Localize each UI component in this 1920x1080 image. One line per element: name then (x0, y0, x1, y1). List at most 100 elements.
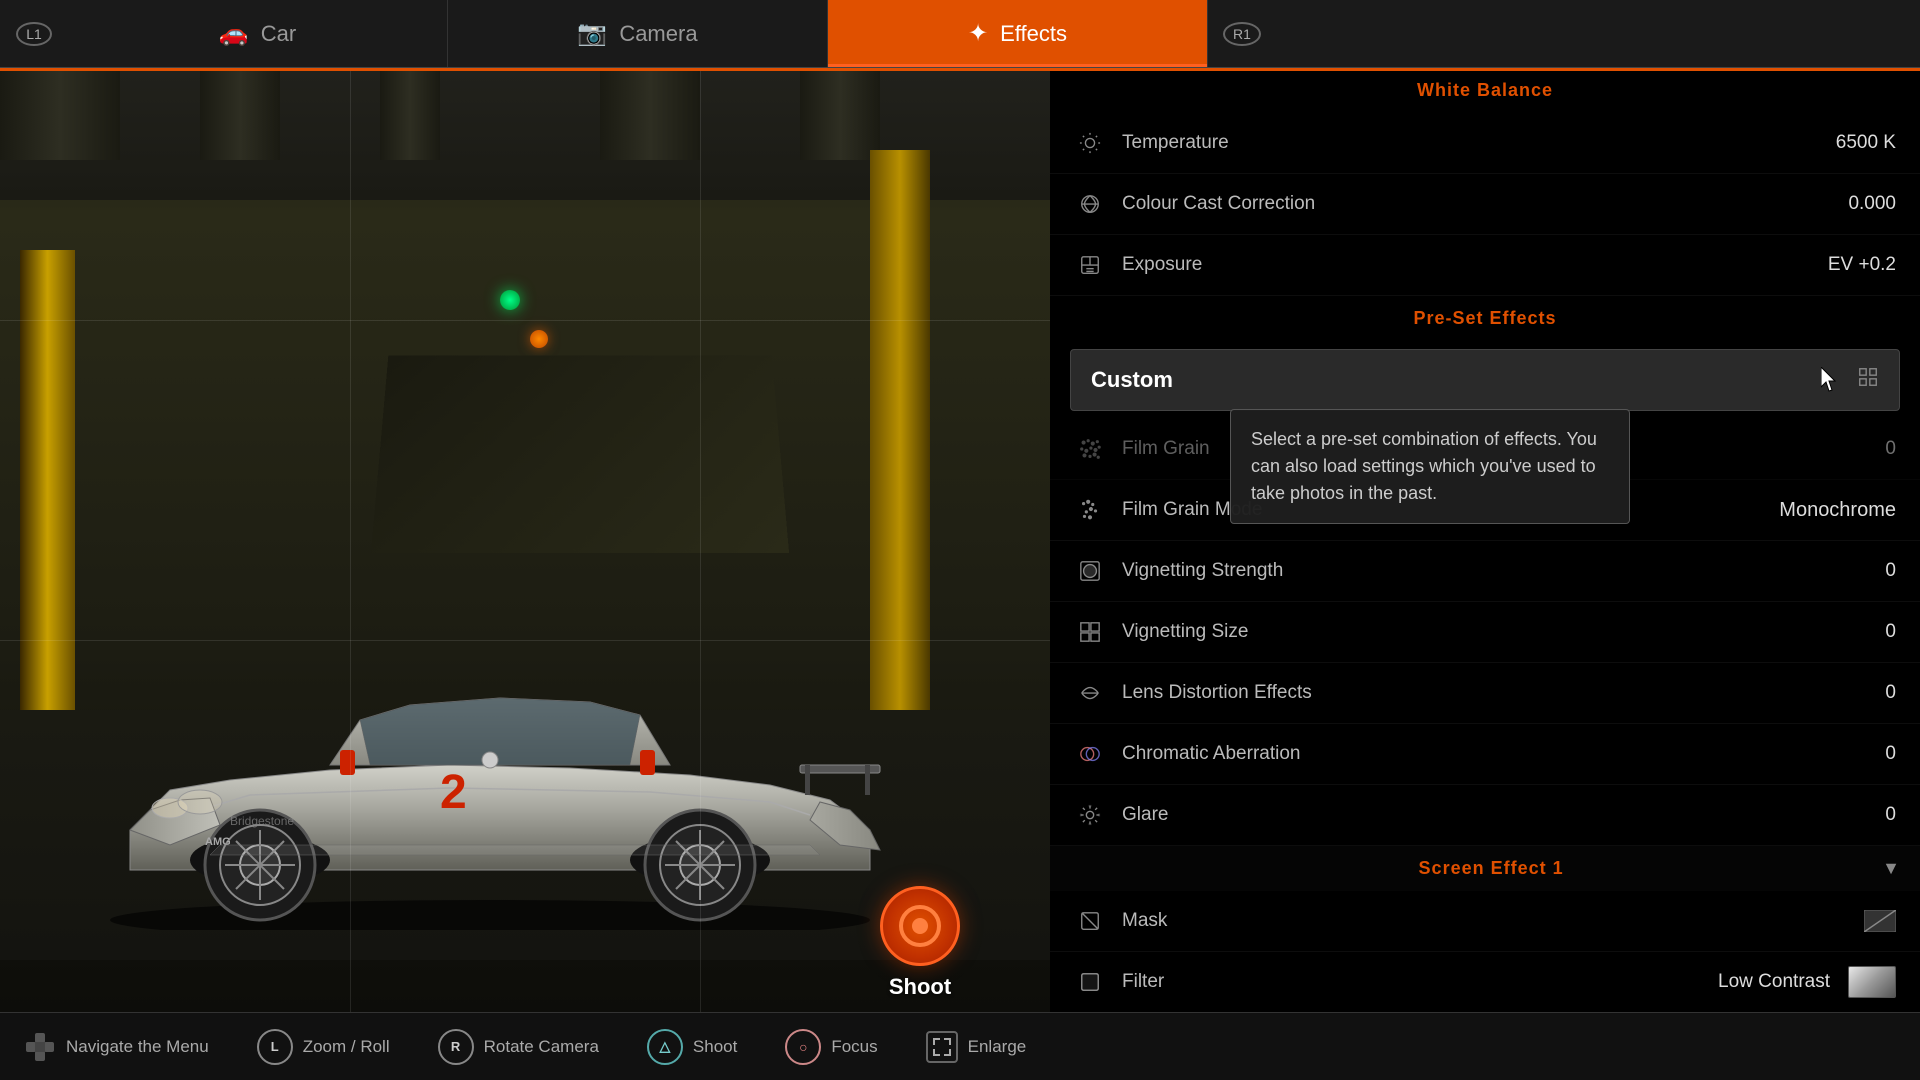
top-orange-accent-line (0, 68, 1920, 71)
temperature-row[interactable]: Temperature 6500 K (1050, 113, 1920, 174)
preset-current-value: Custom (1091, 367, 1821, 393)
film-grain-mode-icon (1074, 494, 1106, 526)
preset-dropdown[interactable]: Custom (1070, 349, 1900, 411)
glare-value: 0 (1816, 804, 1896, 826)
shoot-nav-label: Shoot (693, 1037, 737, 1057)
vignetting-size-label: Vignetting Size (1122, 621, 1816, 643)
shoot-circle-button[interactable] (880, 886, 960, 966)
shoot-icon (899, 905, 941, 947)
filter-value-container: Low Contrast (1718, 966, 1896, 998)
traffic-light-green (500, 290, 520, 310)
mask-value-container (1864, 910, 1896, 932)
r-badge: R (438, 1029, 474, 1065)
colour-cast-label: Colour Cast Correction (1122, 193, 1816, 215)
tab-camera-label: Camera (619, 21, 697, 47)
orange-light (530, 330, 548, 348)
preset-tooltip: Select a pre-set combination of effects.… (1230, 409, 1630, 524)
svg-text:2: 2 (440, 766, 467, 819)
mask-slash-icon (1864, 910, 1896, 932)
focus-label: Focus (831, 1037, 877, 1057)
rotate-label: Rotate Camera (484, 1037, 599, 1057)
car-icon: 🚗 (219, 19, 249, 48)
exposure-row[interactable]: Exposure EV +0.2 (1050, 235, 1920, 296)
chromatic-aberration-row[interactable]: Chromatic Aberration 0 (1050, 724, 1920, 785)
exposure-label: Exposure (1122, 254, 1816, 276)
navigate-label: Navigate the Menu (66, 1037, 209, 1057)
vignetting-size-icon (1074, 616, 1106, 648)
temperature-label: Temperature (1122, 132, 1816, 154)
nav-item-navigate: Navigate the Menu (24, 1031, 209, 1063)
colour-cast-icon (1074, 188, 1106, 220)
colour-cast-value: 0.000 (1816, 193, 1896, 215)
circle-badge: ○ (785, 1029, 821, 1065)
l1-button[interactable]: L1 (0, 0, 68, 67)
temperature-value: 6500 K (1816, 132, 1896, 154)
glare-icon (1074, 799, 1106, 831)
shoot-label: Shoot (889, 974, 951, 1000)
film-grain-value: 0 (1816, 438, 1896, 460)
lens-distortion-row[interactable]: Lens Distortion Effects 0 (1050, 663, 1920, 724)
screen-effect-header: Screen Effect 1 ▼ (1050, 846, 1920, 891)
lens-distortion-value: 0 (1816, 682, 1896, 704)
triangle-badge: △ (647, 1029, 683, 1065)
camera-icon: 📷 (577, 19, 607, 48)
tab-camera[interactable]: 📷 Camera (448, 0, 828, 67)
enlarge-svg-icon (932, 1037, 952, 1057)
film-grain-icon (1074, 433, 1106, 465)
nav-item-enlarge: Enlarge (926, 1031, 1027, 1063)
enlarge-label: Enlarge (968, 1037, 1027, 1057)
vignetting-strength-label: Vignetting Strength (1122, 560, 1816, 582)
glare-label: Glare (1122, 804, 1816, 826)
r1-button[interactable]: R1 (1208, 0, 1276, 67)
colour-cast-row[interactable]: Colour Cast Correction 0.000 (1050, 174, 1920, 235)
cursor-arrow (1821, 367, 1841, 393)
glare-row[interactable]: Glare 0 (1050, 785, 1920, 846)
nav-item-zoom: L Zoom / Roll (257, 1029, 390, 1065)
car-svg: 2 Bridgestone AMG (50, 550, 930, 930)
vignetting-size-value: 0 (1816, 621, 1896, 643)
preset-grid-icon (1857, 366, 1879, 394)
filter-icon (1074, 966, 1106, 998)
tooltip-text: Select a pre-set combination of effects.… (1251, 429, 1597, 503)
active-tab-indicator (828, 64, 1207, 67)
vignetting-strength-value: 0 (1816, 560, 1896, 582)
filter-row[interactable]: Filter Low Contrast (1050, 952, 1920, 1012)
filter-label: Filter (1122, 971, 1718, 993)
white-balance-header: White Balance (1050, 68, 1920, 113)
vignetting-strength-row[interactable]: Vignetting Strength 0 (1050, 541, 1920, 602)
filter-thumbnail (1848, 966, 1896, 998)
dpad-icon (24, 1031, 56, 1063)
enlarge-icon (926, 1031, 958, 1063)
shoot-button-container[interactable]: Shoot (880, 886, 960, 1000)
mask-icon (1074, 905, 1106, 937)
tab-effects-label: Effects (1000, 21, 1067, 47)
top-navigation: L1 🚗 Car 📷 Camera ✦ Effects R1 (0, 0, 1920, 68)
nav-item-rotate: R Rotate Camera (438, 1029, 599, 1065)
tab-car-label: Car (261, 21, 296, 47)
mask-label: Mask (1122, 910, 1864, 932)
svg-text:Bridgestone: Bridgestone (230, 814, 294, 828)
mask-row[interactable]: Mask (1050, 891, 1920, 952)
lens-distortion-icon (1074, 677, 1106, 709)
l-badge: L (257, 1029, 293, 1065)
preset-dropdown-container: Custom Select a pre-set combination of e… (1050, 349, 1920, 411)
filter-value: Low Contrast (1718, 971, 1830, 993)
chromatic-aberration-value: 0 (1816, 743, 1896, 765)
screen-effect-arrow[interactable]: ▼ (1882, 858, 1900, 879)
preset-effects-header: Pre-Set Effects (1050, 296, 1920, 341)
garage-ramp (371, 356, 789, 553)
effects-icon: ✦ (968, 19, 988, 48)
tab-effects[interactable]: ✦ Effects (828, 0, 1208, 67)
film-grain-mode-value: Monochrome (1779, 499, 1896, 522)
vignetting-strength-icon (1074, 555, 1106, 587)
exposure-icon (1074, 249, 1106, 281)
lens-distortion-label: Lens Distortion Effects (1122, 682, 1816, 704)
effects-panel: White Balance Temperature 6500 K (1050, 68, 1920, 1012)
nav-item-shoot: △ Shoot (647, 1029, 737, 1065)
vignetting-size-row[interactable]: Vignetting Size 0 (1050, 602, 1920, 663)
temperature-icon (1074, 127, 1106, 159)
exposure-value: EV +0.2 (1816, 254, 1896, 276)
chromatic-aberration-icon (1074, 738, 1106, 770)
car-image: 2 Bridgestone AMG (50, 550, 930, 950)
tab-car[interactable]: 🚗 Car (68, 0, 448, 67)
